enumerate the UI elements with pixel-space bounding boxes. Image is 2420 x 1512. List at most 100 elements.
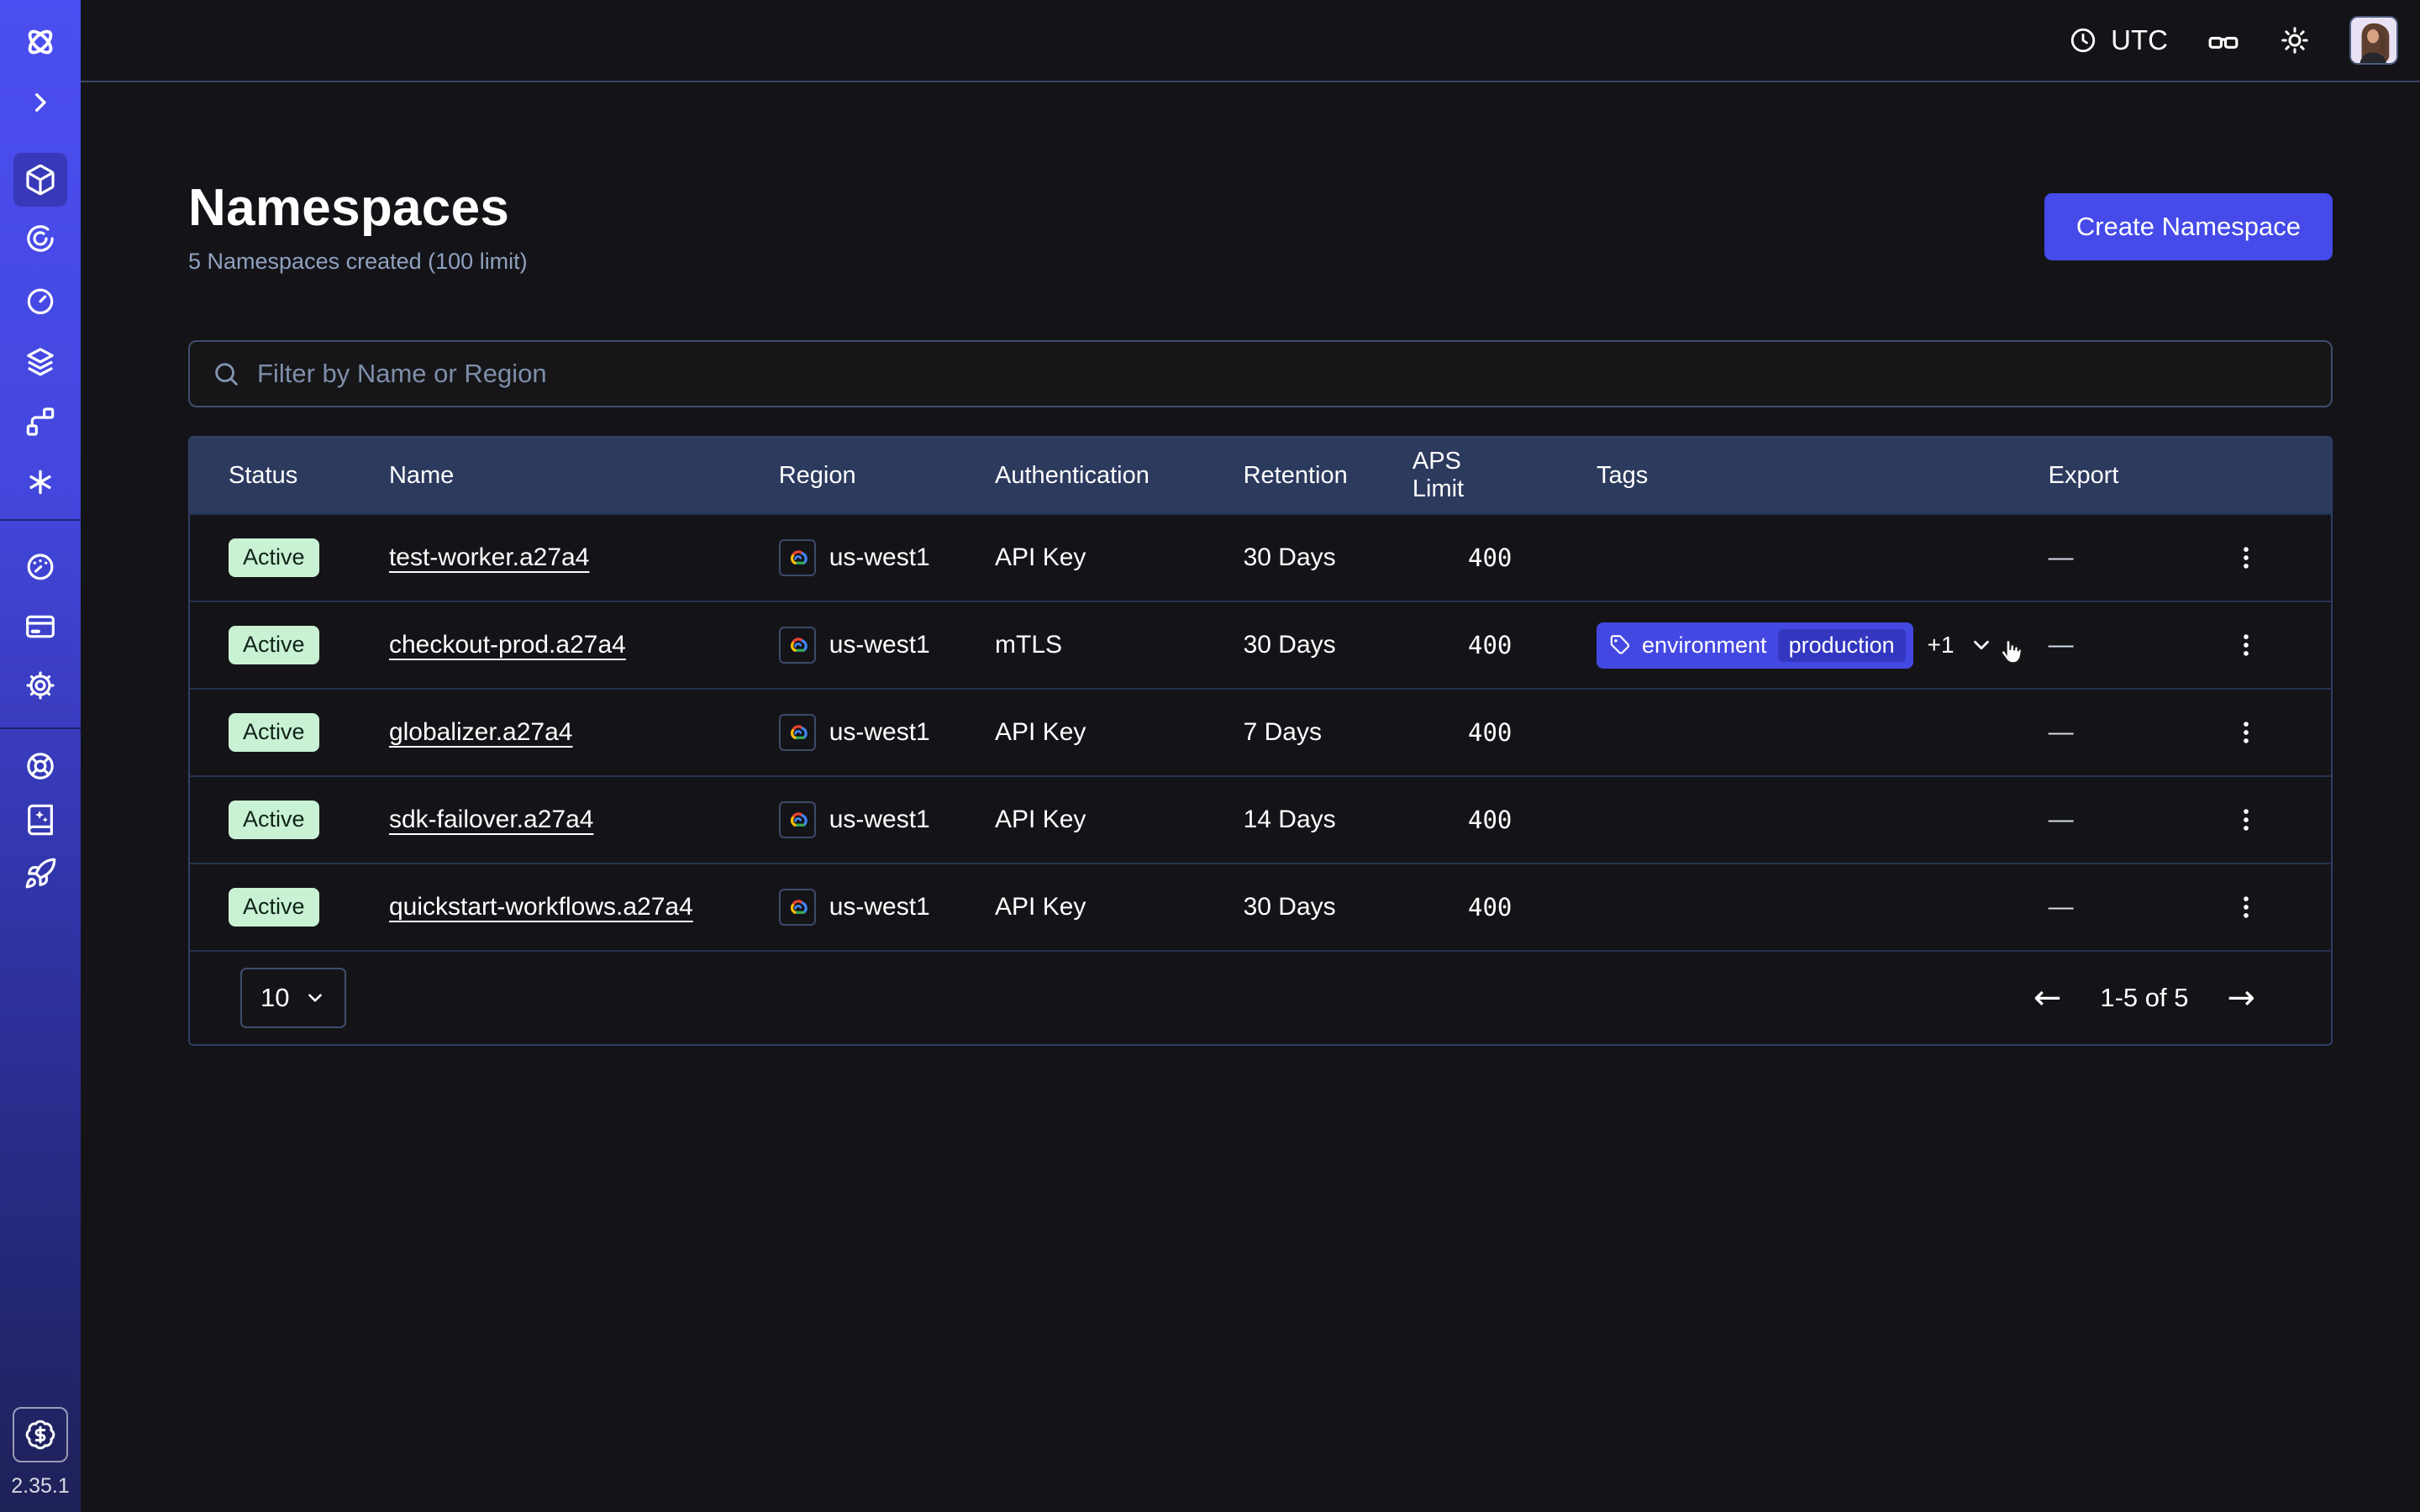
timezone-selector[interactable]: UTC bbox=[2068, 24, 2168, 56]
table-row: Active sdk-failover.a27a4 us-west1 API K… bbox=[190, 775, 2331, 863]
sidebar: 2.35.1 bbox=[0, 0, 81, 1512]
auth-label: mTLS bbox=[995, 631, 1244, 659]
spiral-icon bbox=[24, 222, 57, 255]
status-badge: Active bbox=[229, 801, 319, 839]
export-value: — bbox=[2049, 718, 2220, 747]
page-size-select[interactable]: 10 bbox=[240, 968, 346, 1028]
region-label: us-west1 bbox=[829, 543, 930, 572]
timezone-label: UTC bbox=[2111, 24, 2168, 56]
rocket-icon bbox=[24, 857, 57, 890]
table-row: Active test-worker.a27a4 us-west1 API Ke… bbox=[190, 513, 2331, 601]
region-label: us-west1 bbox=[829, 718, 930, 747]
filter-bar bbox=[188, 340, 2333, 407]
prev-page-button[interactable]: ← bbox=[2033, 981, 2062, 1015]
export-value: — bbox=[2049, 631, 2220, 659]
sidebar-item-getting-started[interactable] bbox=[13, 850, 67, 897]
sidebar-divider bbox=[0, 727, 81, 729]
page-range-label: 1-5 of 5 bbox=[2100, 983, 2188, 1013]
row-menu-button[interactable] bbox=[2223, 709, 2270, 756]
pricing-button[interactable] bbox=[13, 1407, 68, 1462]
sidebar-item-support[interactable] bbox=[13, 743, 67, 790]
sidebar-item-usage[interactable] bbox=[13, 543, 67, 590]
sidebar-divider bbox=[0, 519, 81, 521]
tag-pill[interactable]: environment production bbox=[1597, 622, 1913, 669]
sidebar-item-docs[interactable] bbox=[13, 796, 67, 843]
user-avatar[interactable] bbox=[2349, 16, 2398, 65]
sidebar-item-schedules[interactable] bbox=[13, 277, 67, 324]
auth-label: API Key bbox=[995, 718, 1244, 747]
col-tags: Tags bbox=[1597, 462, 2049, 490]
page-title: Namespaces bbox=[188, 178, 528, 238]
main-content: Namespaces 5 Namespaces created (100 lim… bbox=[81, 84, 2420, 1512]
sidebar-item-workflows[interactable] bbox=[13, 215, 67, 262]
gear-icon bbox=[24, 669, 57, 702]
sidebar-item-settings[interactable] bbox=[13, 662, 67, 709]
kebab-menu-icon bbox=[2232, 631, 2260, 659]
aps-limit-value: 400 bbox=[1413, 543, 1548, 572]
aps-limit-value: 400 bbox=[1413, 893, 1548, 921]
chevron-down-icon[interactable] bbox=[1969, 633, 1994, 658]
auth-label: API Key bbox=[995, 543, 1244, 572]
theme-toggle-button[interactable] bbox=[2279, 24, 2311, 56]
namespace-link[interactable]: sdk-failover.a27a4 bbox=[389, 806, 594, 834]
table-footer: 10 ← 1-5 of 5 → bbox=[190, 950, 2331, 1044]
table-row: Active quickstart-workflows.a27a4 us-wes… bbox=[190, 863, 2331, 950]
status-badge: Active bbox=[229, 626, 319, 664]
chevron-right-icon bbox=[26, 88, 55, 117]
sidebar-item-nexus[interactable] bbox=[13, 398, 67, 445]
layers-icon bbox=[24, 344, 57, 378]
namespace-link[interactable]: quickstart-workflows.a27a4 bbox=[389, 893, 693, 921]
cube-icon bbox=[24, 163, 57, 197]
lifebuoy-icon bbox=[24, 749, 57, 783]
page-size-value: 10 bbox=[260, 983, 289, 1013]
namespace-link[interactable]: globalizer.a27a4 bbox=[389, 718, 573, 747]
temporal-logo-icon[interactable] bbox=[13, 15, 67, 69]
col-authentication: Authentication bbox=[995, 462, 1244, 490]
create-namespace-button[interactable]: Create Namespace bbox=[2044, 193, 2333, 260]
avatar-image bbox=[2351, 18, 2396, 63]
row-menu-button[interactable] bbox=[2223, 884, 2270, 931]
credit-card-icon bbox=[24, 610, 57, 643]
badge-dollar-icon bbox=[24, 1419, 56, 1451]
sidebar-item-deployments[interactable] bbox=[13, 338, 67, 385]
gcp-region-icon bbox=[779, 889, 816, 926]
table-row: Active globalizer.a27a4 us-west1 API Key… bbox=[190, 688, 2331, 775]
col-name: Name bbox=[389, 462, 779, 490]
kebab-menu-icon bbox=[2232, 718, 2260, 747]
retention-label: 7 Days bbox=[1244, 718, 1413, 747]
namespaces-table: Status Name Region Authentication Retent… bbox=[188, 436, 2333, 1046]
retention-label: 30 Days bbox=[1244, 631, 1413, 659]
sidebar-item-namespaces[interactable] bbox=[13, 153, 67, 207]
sidebar-item-billing[interactable] bbox=[13, 603, 67, 650]
namespace-link[interactable]: test-worker.a27a4 bbox=[389, 543, 589, 572]
next-page-button[interactable]: → bbox=[2227, 981, 2255, 1015]
tags-cell: environment production +1 bbox=[1597, 622, 2049, 669]
export-value: — bbox=[2049, 893, 2220, 921]
retention-label: 14 Days bbox=[1244, 806, 1413, 834]
namespace-link[interactable]: checkout-prod.a27a4 bbox=[389, 631, 626, 659]
sun-icon bbox=[2279, 24, 2311, 56]
expand-sidebar-button[interactable] bbox=[13, 79, 67, 126]
labs-mode-button[interactable] bbox=[2207, 24, 2240, 57]
app-version: 2.35.1 bbox=[11, 1474, 70, 1499]
tag-icon bbox=[1609, 634, 1631, 656]
row-menu-button[interactable] bbox=[2223, 796, 2270, 843]
table-header-row: Status Name Region Authentication Retent… bbox=[190, 438, 2331, 513]
gcp-region-icon bbox=[779, 801, 816, 838]
row-menu-button[interactable] bbox=[2223, 622, 2270, 669]
region-label: us-west1 bbox=[829, 631, 930, 659]
topbar: UTC bbox=[81, 0, 2420, 82]
aps-limit-value: 400 bbox=[1413, 631, 1548, 659]
status-badge: Active bbox=[229, 538, 319, 577]
region-label: us-west1 bbox=[829, 893, 930, 921]
row-menu-button[interactable] bbox=[2223, 534, 2270, 581]
book-sparkles-icon bbox=[24, 803, 57, 837]
clock-icon bbox=[2068, 25, 2098, 55]
sidebar-item-batch-operations[interactable] bbox=[13, 459, 67, 506]
chevron-down-icon bbox=[304, 987, 326, 1009]
col-status: Status bbox=[190, 462, 389, 490]
tag-more-count: +1 bbox=[1928, 632, 1954, 659]
export-value: — bbox=[2049, 806, 2220, 834]
aps-limit-value: 400 bbox=[1413, 718, 1548, 747]
filter-input[interactable] bbox=[257, 359, 2309, 389]
